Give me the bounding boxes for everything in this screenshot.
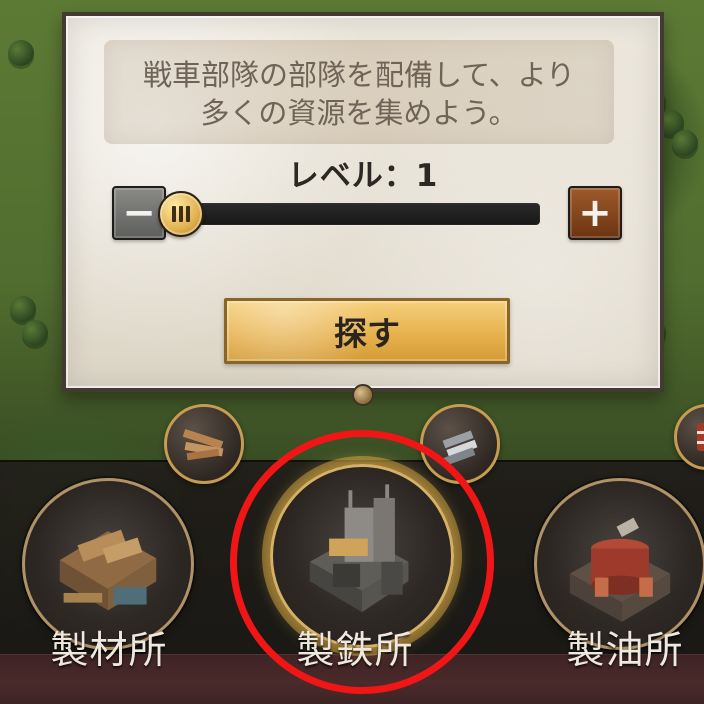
steel-mill-icon (309, 484, 409, 613)
building-label: 製油所 (566, 628, 684, 672)
lumber-mill-building[interactable] (22, 478, 194, 650)
tree-icon (10, 296, 36, 322)
level-slider: − + (112, 186, 622, 244)
wood-resource-badge (164, 404, 244, 484)
slider-handle[interactable] (158, 191, 205, 237)
lumber-mill-icon (59, 529, 157, 611)
grip-lines-icon (172, 206, 191, 222)
slider-track[interactable] (158, 191, 540, 237)
search-button[interactable]: 探す (224, 298, 510, 364)
steel-mill-building[interactable] (270, 464, 454, 648)
oil-refinery-building[interactable] (534, 478, 704, 650)
oil-barrel-icon (697, 423, 704, 451)
building-label: 製材所 (50, 628, 168, 672)
steel-ingots-icon (440, 430, 478, 467)
building-label: 製鉄所 (296, 628, 414, 672)
oil-refinery-icon (569, 517, 671, 622)
dialog-description: 戦車部隊の部隊を配備して、より 多くの資源を集めよう。 (104, 40, 614, 144)
resource-search-dialog: 戦車部隊の部隊を配備して、より 多くの資源を集めよう。 レベル：1 − + 探す (62, 12, 664, 392)
tree-icon (22, 320, 48, 346)
tree-icon (672, 130, 698, 156)
game-screen: 戦車部隊の部隊を配備して、より 多くの資源を集めよう。 レベル：1 − + 探す (0, 0, 704, 704)
increase-level-button[interactable]: + (568, 186, 622, 240)
wood-planks-icon (182, 429, 224, 461)
tree-icon (8, 40, 34, 66)
